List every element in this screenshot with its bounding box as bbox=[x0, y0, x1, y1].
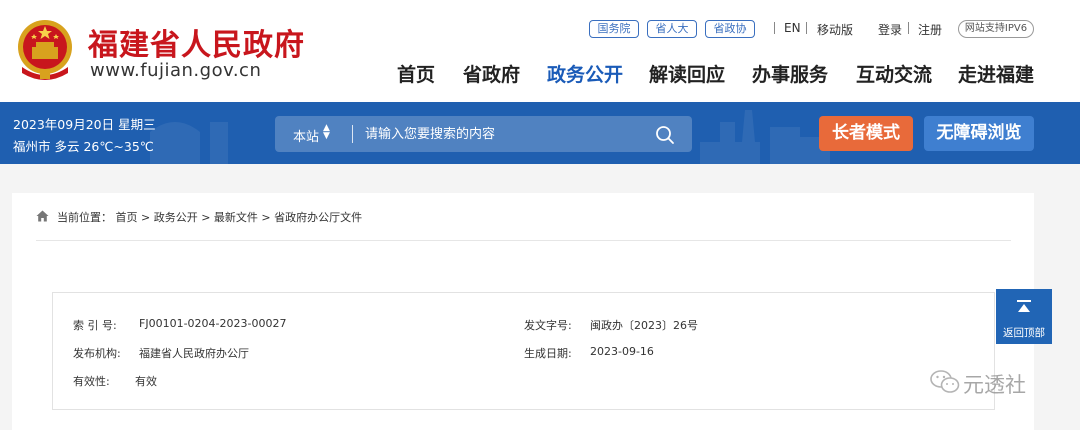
pill-shengrenda[interactable]: 省人大 bbox=[647, 20, 697, 38]
home-icon bbox=[36, 210, 49, 222]
arrow-up-icon bbox=[1017, 300, 1031, 312]
site-url[interactable]: www.fujian.gov.cn bbox=[90, 60, 261, 81]
divider bbox=[806, 22, 807, 34]
accessibility-button[interactable]: 无障碍浏览 bbox=[924, 116, 1034, 151]
watermark-text: 元透社 bbox=[963, 373, 1026, 397]
english-link[interactable]: EN bbox=[784, 21, 801, 35]
mobile-link[interactable]: 移动版 bbox=[817, 21, 853, 38]
divider bbox=[908, 22, 909, 34]
search-icon[interactable] bbox=[655, 125, 675, 145]
divider bbox=[352, 125, 353, 143]
publisher-label: 发布机构: bbox=[73, 347, 121, 360]
nav-gov-affairs[interactable]: 政务公开 bbox=[547, 60, 623, 87]
doc-number-value: 闽政办〔2023〕26号 bbox=[590, 319, 698, 332]
index-label: 索 引 号: bbox=[73, 319, 117, 332]
search-input[interactable] bbox=[365, 125, 625, 143]
current-date: 2023年09月20日 星期三 bbox=[13, 117, 156, 132]
divider bbox=[774, 22, 775, 34]
search-scope-select[interactable]: 本站 bbox=[293, 126, 319, 145]
nav-interaction[interactable]: 互动交流 bbox=[856, 60, 932, 87]
pill-shengzhengxie[interactable]: 省政协 bbox=[705, 20, 755, 38]
site-header: 福建省人民政府 www.fujian.gov.cn 国务院 省人大 省政协 EN… bbox=[0, 0, 1080, 102]
pill-guowuyuan[interactable]: 国务院 bbox=[589, 20, 639, 38]
wechat-icon bbox=[930, 370, 960, 393]
date-value: 2023-09-16 bbox=[590, 345, 654, 358]
weather-info: 福州市 多云 26℃~35℃ bbox=[13, 139, 154, 154]
doc-number-label: 发文字号: bbox=[524, 319, 572, 332]
ipv6-badge: 网站支持IPV6 bbox=[958, 20, 1034, 38]
blue-banner: 2023年09月20日 星期三 福州市 多云 26℃~35℃ 本站 ▲▼ 长者模… bbox=[0, 102, 1080, 164]
site-name[interactable]: 福建省人民政府 bbox=[88, 20, 305, 64]
nav-about-fujian[interactable]: 走进福建 bbox=[958, 60, 1034, 87]
document-info-table: 索 引 号: FJ00101-0204-2023-00027 发文字号: 闽政办… bbox=[52, 292, 995, 410]
nav-home[interactable]: 首页 bbox=[397, 60, 435, 87]
sort-arrows-icon[interactable]: ▲ ▼ bbox=[323, 124, 330, 141]
date-label: 生成日期: bbox=[524, 347, 572, 360]
back-to-top-label: 返回顶部 bbox=[1003, 327, 1045, 339]
nav-interpretation[interactable]: 解读回应 bbox=[649, 60, 725, 87]
validity-value: 有效 bbox=[135, 375, 157, 388]
national-emblem-icon[interactable] bbox=[14, 17, 76, 83]
elder-mode-button[interactable]: 长者模式 bbox=[819, 116, 913, 151]
nav-services[interactable]: 办事服务 bbox=[752, 60, 828, 87]
validity-label: 有效性: bbox=[73, 375, 110, 388]
index-value: FJ00101-0204-2023-00027 bbox=[139, 317, 287, 330]
login-link[interactable]: 登录 bbox=[878, 21, 902, 38]
publisher-value: 福建省人民政府办公厅 bbox=[139, 347, 249, 360]
search-box: 本站 ▲ ▼ bbox=[275, 116, 692, 152]
breadcrumb[interactable]: 当前位置： 首页 > 政务公开 > 最新文件 > 省政府办公厅文件 bbox=[57, 209, 362, 225]
back-to-top-button[interactable]: 返回顶部 bbox=[996, 289, 1052, 344]
register-link[interactable]: 注册 bbox=[918, 21, 942, 38]
divider bbox=[36, 240, 1011, 241]
nav-province-gov[interactable]: 省政府 bbox=[463, 60, 520, 87]
